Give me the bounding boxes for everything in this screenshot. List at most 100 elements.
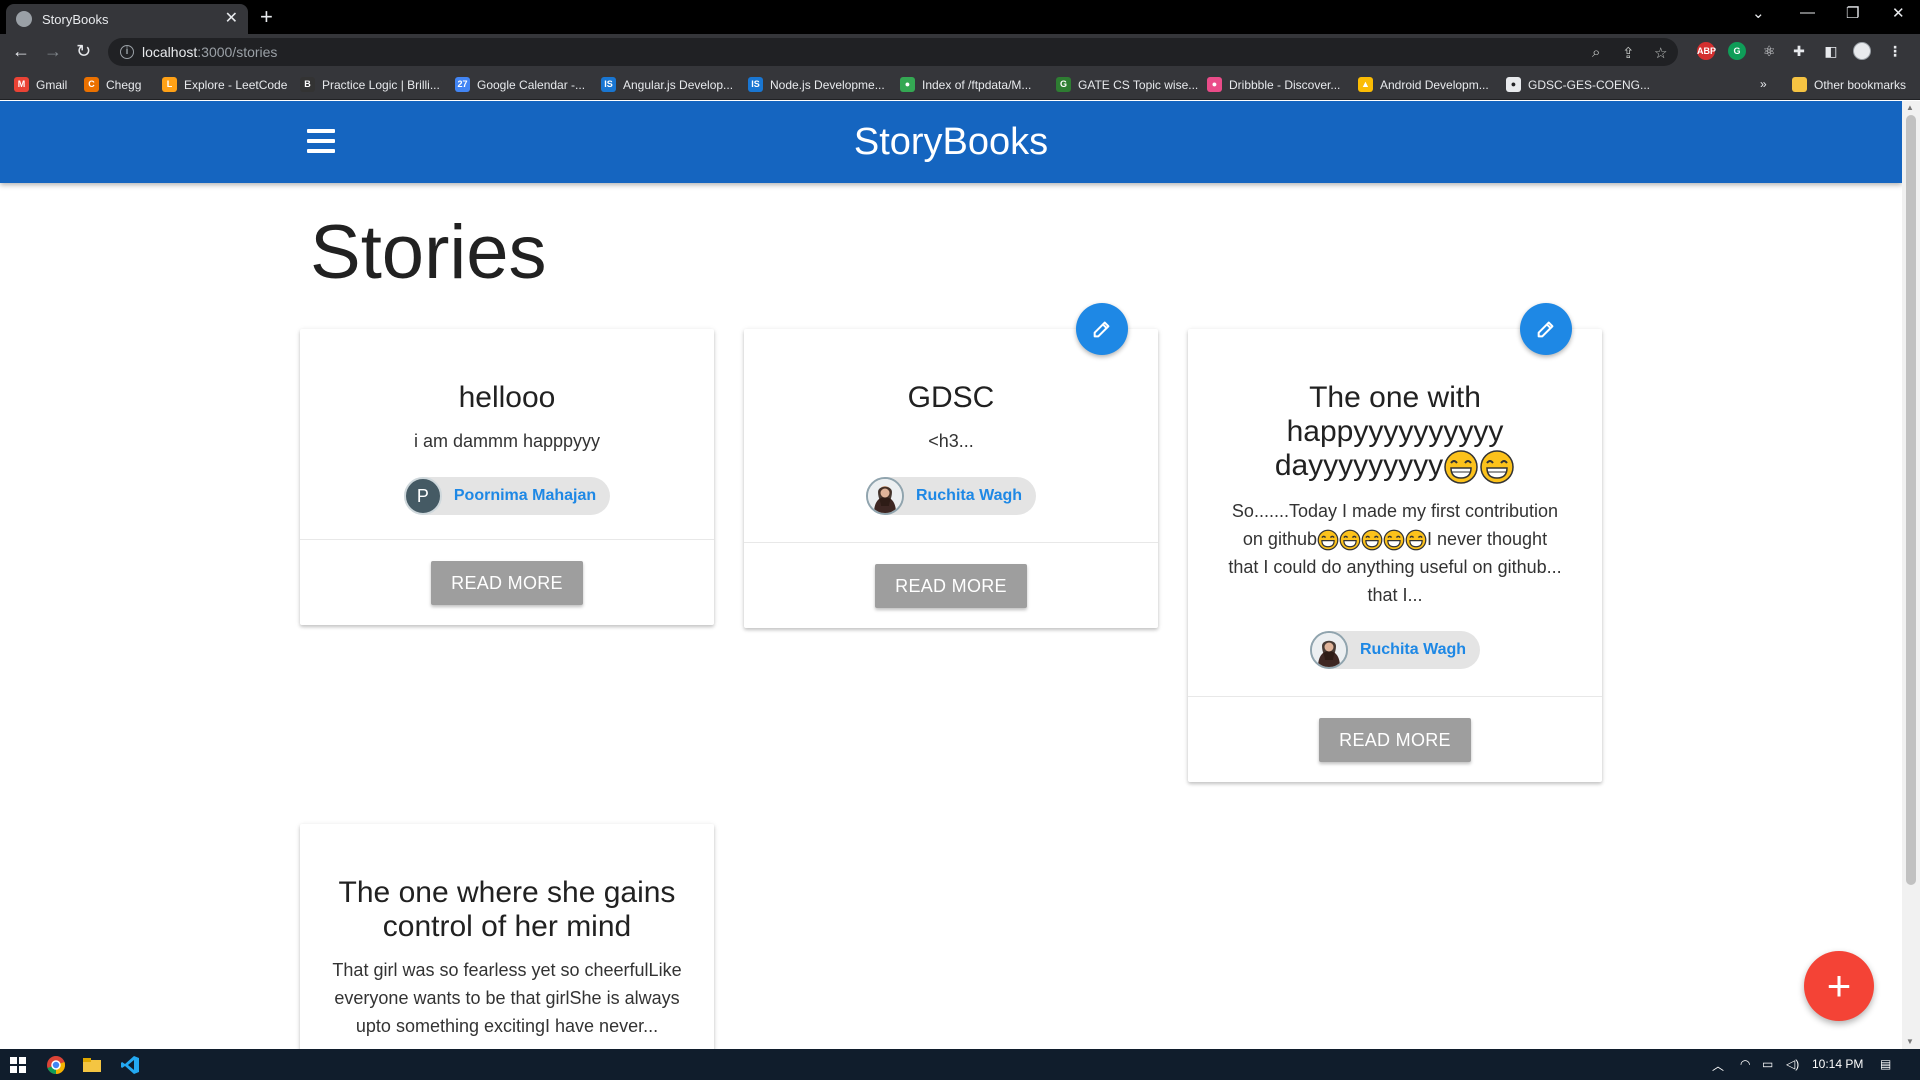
- scroll-down-icon[interactable]: ▼: [1906, 1037, 1914, 1046]
- back-icon[interactable]: ←: [12, 40, 30, 62]
- bookmark-label: Angular.js Develop...: [623, 77, 734, 92]
- app-navbar: StoryBooks: [0, 101, 1902, 183]
- tab-search-icon[interactable]: ⌄: [1752, 4, 1765, 22]
- bookmark-item[interactable]: ● GDSC-GES-COENG...: [1506, 77, 1650, 92]
- edit-icon: [1093, 321, 1110, 338]
- clock-time[interactable]: 10:14 PM: [1812, 1057, 1863, 1071]
- notifications-icon[interactable]: ▤: [1880, 1057, 1891, 1071]
- vscode-icon[interactable]: [120, 1055, 140, 1075]
- grinning-face-icon: [1339, 529, 1361, 551]
- side-panel-icon[interactable]: ◧: [1822, 42, 1840, 60]
- close-window-icon[interactable]: ✕: [1892, 4, 1905, 22]
- read-more-button[interactable]: READ MORE: [875, 563, 1027, 608]
- scrollbar-thumb[interactable]: [1906, 115, 1916, 885]
- bookmark-favicon-icon: L: [162, 77, 177, 92]
- author-name: Ruchita Wagh: [1359, 641, 1467, 659]
- url-host: localhost: [142, 44, 198, 60]
- bookmark-item[interactable]: IS Angular.js Develop...: [601, 77, 733, 92]
- more-menu-icon[interactable]: ⋮: [1886, 42, 1904, 60]
- bookmark-item[interactable]: M Gmail: [14, 77, 67, 92]
- author-avatar: [1309, 631, 1348, 670]
- react-devtools-icon[interactable]: ⚛: [1760, 42, 1778, 60]
- other-bookmarks-folder[interactable]: Other bookmarks: [1792, 77, 1906, 92]
- story-card: hellooo i am dammm happpyyy P Poornima M…: [300, 329, 714, 625]
- author-avatar: P: [403, 477, 442, 515]
- bookmark-label: Dribbble - Discover...: [1229, 77, 1341, 92]
- restore-icon[interactable]: ❐: [1846, 4, 1859, 22]
- story-excerpt: So.......Today I made my first contribut…: [1228, 501, 1562, 606]
- story-excerpt: <h3...: [928, 431, 974, 451]
- chrome-taskbar-icon[interactable]: [46, 1055, 66, 1075]
- windows-start-icon[interactable]: [8, 1055, 28, 1075]
- bookmark-item[interactable]: B Practice Logic | Brilli...: [300, 77, 440, 92]
- story-card: GDSC <h3... Ruchita Wagh READ MORE: [744, 303, 1158, 628]
- new-tab-button[interactable]: +: [260, 6, 273, 28]
- browser-tab-active[interactable]: StoryBooks ✕: [6, 4, 248, 34]
- bookmark-label: Practice Logic | Brilli...: [322, 77, 440, 92]
- story-excerpt: i am dammm happpyyy: [413, 431, 601, 451]
- bookmark-label: Google Calendar -...: [477, 77, 586, 92]
- close-tab-icon[interactable]: ✕: [225, 11, 238, 27]
- bookmark-item[interactable]: 27 Google Calendar -...: [455, 77, 585, 92]
- extensions-puzzle-icon[interactable]: ✚: [1790, 42, 1808, 60]
- edit-story-button[interactable]: [1076, 303, 1128, 355]
- bookmarks-overflow-button[interactable]: »: [1760, 77, 1767, 91]
- grinning-face-icon: [1317, 529, 1339, 551]
- grammarly-extension-icon[interactable]: G: [1728, 42, 1746, 60]
- bookmark-item[interactable]: ● Dribbble - Discover...: [1207, 77, 1340, 92]
- scroll-up-icon[interactable]: ▲: [1906, 103, 1914, 112]
- windows-taskbar: ︿ ◠ ▭ ◁) 10:14 PM ▤: [0, 1049, 1920, 1080]
- story-title: hellooo: [458, 381, 556, 414]
- bookmark-item[interactable]: C Chegg: [84, 77, 141, 92]
- author-chip[interactable]: Ruchita Wagh: [865, 477, 1037, 515]
- bookmark-label: Explore - LeetCode: [184, 77, 288, 92]
- page-scrollbar[interactable]: ▲ ▼: [1902, 101, 1920, 1049]
- grinning-face-icon: [1383, 529, 1405, 551]
- bookmark-favicon-icon: G: [1056, 77, 1071, 92]
- volume-icon[interactable]: ◁): [1786, 1057, 1799, 1071]
- reload-icon[interactable]: ↻: [76, 40, 91, 62]
- story-title: The one with happyyyyyyyyyy dayyyyyyyyy: [1212, 381, 1578, 485]
- folder-icon: [1792, 77, 1807, 92]
- wifi-icon[interactable]: ◠: [1740, 1057, 1750, 1071]
- file-explorer-icon[interactable]: [82, 1055, 102, 1075]
- tray-chevron-icon[interactable]: ︿: [1712, 1057, 1724, 1074]
- minimize-icon[interactable]: —: [1800, 4, 1815, 21]
- share-icon[interactable]: ⇪: [1622, 44, 1635, 62]
- adblock-extension-icon[interactable]: ABP: [1697, 42, 1716, 60]
- edit-story-button[interactable]: [1520, 303, 1572, 355]
- author-chip[interactable]: Ruchita Wagh: [1309, 631, 1481, 670]
- grinning-face-icon: [1361, 529, 1383, 551]
- author-chip[interactable]: P Poornima Mahajan: [403, 477, 611, 515]
- globe-icon: [16, 11, 32, 27]
- bookmark-item[interactable]: IS Node.js Developme...: [748, 77, 885, 92]
- profile-avatar[interactable]: [1853, 42, 1871, 60]
- bookmark-favicon-icon: IS: [601, 77, 616, 92]
- zoom-icon[interactable]: ⌕: [1592, 44, 1600, 61]
- story-excerpt: That girl was so fearless yet so cheerfu…: [332, 960, 682, 1036]
- story-title: The one where she gains control of her m…: [338, 876, 676, 943]
- bookmark-favicon-icon: IS: [748, 77, 763, 92]
- grinning-face-icon: [1405, 529, 1427, 551]
- bookmarks-bar: » Other bookmarks M Gmail C Chegg L Explore -…: [0, 70, 1920, 100]
- battery-icon[interactable]: ▭: [1762, 1057, 1773, 1071]
- story-title: GDSC: [907, 381, 995, 414]
- bookmark-item[interactable]: L Explore - LeetCode: [162, 77, 287, 92]
- bookmark-label: Index of /ftpdata/M...: [922, 77, 1032, 92]
- address-bar[interactable]: i localhost:3000/stories ⌕ ⇪ ☆: [108, 38, 1678, 66]
- bookmark-item[interactable]: ▲ Android Developm...: [1358, 77, 1489, 92]
- bookmark-item[interactable]: G GATE CS Topic wise...: [1056, 77, 1198, 92]
- author-name: Poornima Mahajan: [453, 487, 597, 504]
- bookmark-favicon-icon: ●: [1207, 77, 1222, 92]
- read-more-button[interactable]: READ MORE: [431, 560, 583, 605]
- site-info-icon[interactable]: i: [120, 45, 134, 59]
- add-story-button[interactable]: +: [1804, 951, 1874, 1021]
- card-action: READ MORE: [744, 542, 1158, 628]
- author-name: Ruchita Wagh: [915, 487, 1023, 504]
- grinning-face-icon: [1480, 450, 1514, 484]
- bookmark-star-icon[interactable]: ☆: [1654, 44, 1667, 62]
- read-more-button[interactable]: READ MORE: [1319, 717, 1471, 762]
- bookmark-item[interactable]: ● Index of /ftpdata/M...: [900, 77, 1031, 92]
- brand-logo[interactable]: StoryBooks: [0, 121, 1902, 164]
- forward-icon[interactable]: →: [44, 40, 62, 62]
